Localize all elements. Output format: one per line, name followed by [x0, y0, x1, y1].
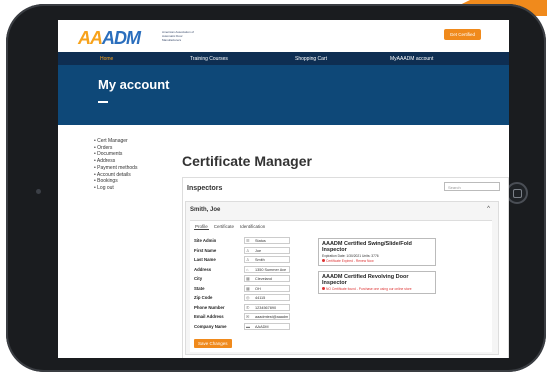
search-input[interactable]: Search	[444, 182, 500, 191]
certificate-error[interactable]: Certificate Expired - Renew Now	[322, 259, 432, 263]
nav-myaaadm-account[interactable]: MyAAADM account	[390, 56, 433, 62]
page-title: Certificate Manager	[182, 153, 312, 169]
phone-number-field[interactable]: 1234567890	[244, 303, 290, 311]
account-banner: My account	[58, 65, 509, 125]
home-square-icon	[513, 189, 522, 198]
last-name-field[interactable]: Smith	[244, 256, 290, 263]
get-certified-button[interactable]: Get Certified	[443, 29, 481, 40]
menu-address[interactable]: Address	[94, 158, 137, 165]
save-changes-button[interactable]: Save Changes	[194, 339, 232, 348]
home-button[interactable]	[506, 182, 528, 204]
inspectors-panel: Inspectors Search Smith, Joe ^ Profile C…	[182, 177, 509, 358]
nav-training-courses[interactable]: Training Courses	[190, 56, 228, 62]
inspector-details: Profile Certificate Identification Site …	[190, 220, 492, 352]
label-state: State	[194, 285, 205, 291]
menu-documents[interactable]: Documents	[94, 151, 137, 158]
site-admin-select[interactable]: Status	[244, 237, 290, 244]
menu-bookings[interactable]: Bookings	[94, 178, 137, 185]
label-zip-code: Zip Code	[194, 295, 213, 300]
certificate-title: AAADM Certified Swing/Slide/Fold Inspect…	[322, 241, 412, 253]
zip-code-field[interactable]: 44115	[244, 294, 290, 301]
label-first-name: First Name	[194, 247, 217, 253]
tab-identification[interactable]: Identification	[239, 224, 266, 230]
logo[interactable]: AAADM	[78, 28, 141, 49]
logo-subtitle: American Association of Automatic Door M…	[162, 30, 195, 42]
menu-account-details[interactable]: Account details	[94, 172, 137, 179]
certificate-meta: Expiration Date: 1/30/2021 Units: 3776	[322, 254, 379, 258]
city-field[interactable]: Cleveland	[244, 275, 290, 282]
company-name-field[interactable]: AAADM	[244, 322, 290, 330]
tab-profile[interactable]: Profile	[194, 224, 209, 230]
inspector-name[interactable]: Smith, Joe	[190, 207, 220, 213]
site-header: AAADM American Association of Automatic …	[58, 20, 509, 52]
certificate-title: AAADM Certified Revolving Door Inspector	[322, 274, 409, 286]
label-email-address: Email Address	[194, 314, 224, 319]
state-field[interactable]: OH	[244, 284, 290, 292]
nav-home[interactable]: Home	[100, 56, 113, 62]
menu-orders[interactable]: Orders	[94, 145, 137, 152]
menu-log-out[interactable]: Log out	[94, 185, 137, 192]
camera-icon	[36, 189, 41, 194]
label-phone-number: Phone Number	[194, 304, 225, 310]
certificate-error[interactable]: NO Certificate found - Purchase one usin…	[322, 287, 432, 291]
menu-payment-methods[interactable]: Payment methods	[94, 165, 137, 172]
chevron-up-icon[interactable]: ^	[487, 206, 490, 212]
page-banner-title: My account	[98, 77, 170, 92]
main-nav: Home Training Courses Shopping Cart MyAA…	[58, 52, 509, 65]
label-address: Address	[194, 266, 212, 272]
menu-cert-manager[interactable]: Cert Manager	[94, 138, 137, 145]
error-icon	[322, 287, 325, 290]
label-company-name: Company Name	[194, 323, 227, 329]
first-name-field[interactable]: Joe	[244, 246, 290, 254]
label-last-name: Last Name	[194, 257, 216, 262]
tablet-frame: AAADM American Association of Automatic …	[6, 4, 546, 372]
nav-shopping-cart[interactable]: Shopping Cart	[295, 56, 327, 62]
banner-underline	[98, 101, 108, 103]
tab-certificate[interactable]: Certificate	[213, 224, 235, 230]
certificate-card: AAADM Certified Swing/Slide/Fold Inspect…	[318, 238, 436, 266]
error-icon	[322, 259, 325, 262]
certificate-card: AAADM Certified Revolving Door Inspector…	[318, 271, 436, 294]
inspectors-title: Inspectors	[187, 185, 223, 192]
account-menu: Cert Manager Orders Documents Address Pa…	[94, 138, 138, 192]
address-field[interactable]: 1350 Summer Ave	[244, 265, 290, 273]
label-city: City	[194, 276, 203, 281]
email-field[interactable]: aaadmtest@aaadm	[244, 313, 290, 320]
label-site-admin: Site Admin	[194, 238, 217, 243]
screen: AAADM American Association of Automatic …	[58, 20, 509, 358]
inspector-accordion: Smith, Joe ^ Profile Certificate Identif…	[185, 201, 499, 355]
profile-tabs: Profile Certificate Identification	[194, 224, 266, 230]
